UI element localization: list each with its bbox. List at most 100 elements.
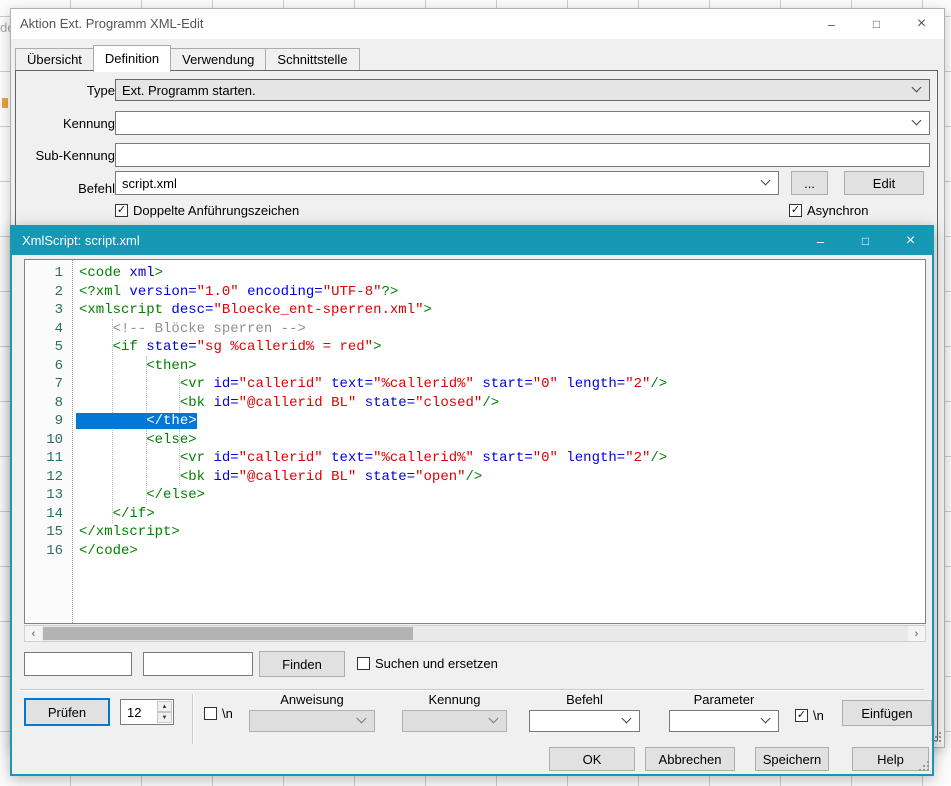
- find-input-1[interactable]: [24, 652, 132, 676]
- chevron-down-icon: [912, 83, 922, 93]
- spinner-value: 12: [127, 705, 141, 720]
- line-number: 4: [25, 320, 72, 339]
- dialog-title: Aktion Ext. Programm XML-Edit: [20, 16, 204, 31]
- tab-schnittstelle[interactable]: Schnittstelle: [265, 48, 359, 71]
- code-line[interactable]: <vr id="callerid" text="%callerid%" star…: [79, 449, 925, 468]
- line-number: 3: [25, 301, 72, 320]
- close-icon[interactable]: ×: [888, 226, 933, 256]
- code-line[interactable]: <!-- Blöcke sperren -->: [79, 320, 925, 339]
- code-line[interactable]: </the>: [79, 412, 925, 431]
- editor-horizontal-scrollbar[interactable]: ‹ ›: [24, 625, 926, 642]
- line-number: 8: [25, 394, 72, 413]
- find-input-2[interactable]: [143, 652, 253, 676]
- dialog-titlebar[interactable]: Aktion Ext. Programm XML-Edit – □ ×: [11, 9, 944, 39]
- line-number: 11: [25, 449, 72, 468]
- code-line[interactable]: <if state="sg %callerid% = red">: [79, 338, 925, 357]
- pruefen-button-label: Prüfen: [48, 705, 86, 720]
- background-artifact: [2, 98, 8, 108]
- line-number: 14: [25, 505, 72, 524]
- anweisung-dropdown[interactable]: [249, 710, 375, 732]
- checkbox-check-icon: ✓: [115, 204, 128, 217]
- kennung-dropdown[interactable]: [115, 111, 930, 135]
- editor-gutter: 12345678910111213141516: [25, 260, 73, 623]
- einfuegen-button-label: Einfügen: [861, 706, 912, 721]
- xmlscript-titlebar[interactable]: XmlScript: script.xml – □ ×: [11, 226, 933, 255]
- pruefen-button[interactable]: Prüfen: [24, 698, 110, 726]
- spinner-up-icon[interactable]: ▲: [157, 701, 172, 712]
- kennung-toolbar-dropdown[interactable]: [402, 710, 507, 732]
- chevron-down-icon: [912, 116, 922, 126]
- line-number: 2: [25, 283, 72, 302]
- suchen-und-ersetzen-label: Suchen und ersetzen: [375, 656, 498, 671]
- befehl-toolbar-label: Befehl: [529, 692, 640, 707]
- desktop: { "background": { "fragment": "den" }, "…: [0, 0, 951, 786]
- befehl-dropdown[interactable]: script.xml: [115, 171, 779, 195]
- type-label: Type: [29, 83, 115, 98]
- browse-button-label: ...: [804, 176, 815, 191]
- asynchron-label: Asynchron: [807, 203, 868, 218]
- code-line[interactable]: <then>: [79, 357, 925, 376]
- code-line[interactable]: </if>: [79, 505, 925, 524]
- newline-right-label: \n: [813, 708, 824, 723]
- code-line[interactable]: <xmlscript desc="Bloecke_ent-sperren.xml…: [79, 301, 925, 320]
- abbrechen-button-label: Abbrechen: [659, 752, 722, 767]
- maximize-icon[interactable]: □: [843, 226, 888, 256]
- code-line[interactable]: <?xml version="1.0" encoding="UTF-8"?>: [79, 283, 925, 302]
- kennung-label: Kennung: [29, 116, 115, 131]
- tab-verwendung[interactable]: Verwendung: [170, 48, 266, 71]
- line-number: 9: [25, 412, 72, 431]
- line-number-spinner[interactable]: 12 ▲ ▼: [120, 699, 174, 725]
- close-icon[interactable]: ×: [899, 9, 944, 39]
- tab-definition[interactable]: Definition: [93, 45, 171, 72]
- einfuegen-button[interactable]: Einfügen: [842, 700, 932, 726]
- edit-button[interactable]: Edit: [844, 171, 924, 195]
- scroll-right-icon[interactable]: ›: [908, 626, 925, 641]
- divider: [192, 694, 194, 744]
- browse-button[interactable]: ...: [791, 171, 828, 195]
- ok-button[interactable]: OK: [549, 747, 635, 771]
- speichern-button[interactable]: Speichern: [755, 747, 829, 771]
- spinner-down-icon[interactable]: ▼: [157, 712, 172, 723]
- code-line[interactable]: </else>: [79, 486, 925, 505]
- tab-uebersicht[interactable]: Übersicht: [15, 48, 94, 71]
- minimize-icon[interactable]: –: [809, 9, 854, 39]
- doppelte-anfuehrungszeichen-checkbox[interactable]: ✓ Doppelte Anführungszeichen: [115, 203, 299, 218]
- doppelte-anfuehrungszeichen-label: Doppelte Anführungszeichen: [133, 203, 299, 218]
- code-line[interactable]: <vr id="callerid" text="%callerid%" star…: [79, 375, 925, 394]
- line-number: 7: [25, 375, 72, 394]
- chevron-down-icon: [357, 714, 367, 724]
- line-number: 10: [25, 431, 72, 450]
- type-value: Ext. Programm starten.: [122, 83, 256, 98]
- befehl-toolbar-dropdown[interactable]: [529, 710, 640, 732]
- line-number: 5: [25, 338, 72, 357]
- editor-code[interactable]: <code xml><?xml version="1.0" encoding="…: [73, 260, 925, 623]
- abbrechen-button[interactable]: Abbrechen: [645, 747, 735, 771]
- code-line[interactable]: <else>: [79, 431, 925, 450]
- sub-kennung-input[interactable]: [115, 143, 930, 167]
- checkbox-check-icon: ✓: [789, 204, 802, 217]
- newline-right-checkbox[interactable]: ✓ \n: [795, 708, 824, 723]
- xml-code-editor[interactable]: 12345678910111213141516 <code xml><?xml …: [24, 259, 926, 624]
- suchen-und-ersetzen-checkbox[interactable]: Suchen und ersetzen: [357, 656, 498, 671]
- chevron-down-icon: [622, 714, 632, 724]
- code-line[interactable]: </xmlscript>: [79, 523, 925, 542]
- checkbox-empty: [357, 657, 370, 670]
- code-line[interactable]: <code xml>: [79, 264, 925, 283]
- code-line[interactable]: <bk id="@callerid BL" state="open"/>: [79, 468, 925, 487]
- parameter-dropdown[interactable]: [669, 710, 779, 732]
- finden-button[interactable]: Finden: [259, 651, 345, 677]
- type-dropdown[interactable]: Ext. Programm starten.: [115, 79, 930, 101]
- ok-button-label: OK: [583, 752, 602, 767]
- sub-kennung-label: Sub-Kennung: [29, 148, 115, 163]
- newline-left-checkbox[interactable]: \n: [204, 706, 233, 721]
- maximize-icon[interactable]: □: [854, 9, 899, 39]
- scroll-left-icon[interactable]: ‹: [25, 626, 42, 641]
- asynchron-checkbox[interactable]: ✓ Asynchron: [789, 203, 868, 218]
- code-line[interactable]: <bk id="@callerid BL" state="closed"/>: [79, 394, 925, 413]
- tab-strip: Übersicht Definition Verwendung Schnitts…: [15, 47, 359, 71]
- minimize-icon[interactable]: –: [798, 226, 843, 256]
- scrollbar-thumb[interactable]: [43, 627, 413, 640]
- code-line[interactable]: </code>: [79, 542, 925, 561]
- xmlscript-resize-grip[interactable]: [917, 759, 930, 772]
- chevron-down-icon: [761, 714, 771, 724]
